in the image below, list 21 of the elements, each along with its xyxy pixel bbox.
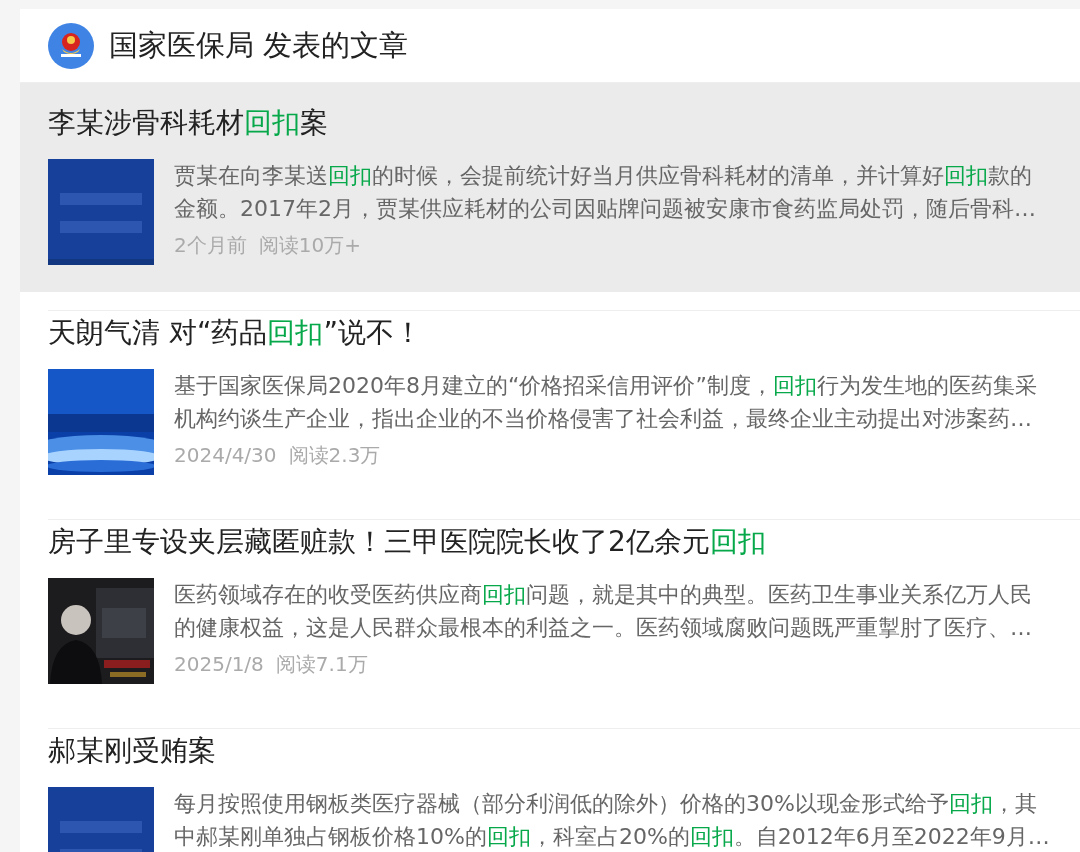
article-summary: 医药领域存在的收受医药供应商回扣问题，就是其中的典型。医药卫生事业关系亿万人民 bbox=[174, 581, 1032, 609]
article-summary: 贾某在向李某送回扣的时候，会提前统计好当月供应骨科耗材的清单，并计算好回扣款的 bbox=[174, 162, 1033, 190]
article-summary: 基于国家医保局2020年8月建立的“价格招采信用评价”制度，回扣行为发生地的医药集采 bbox=[174, 372, 1037, 400]
article-summary: 的健康权益，这是人民群众最根本的利益之一。医药领域腐败问题既严重掣肘了医疗、… bbox=[174, 614, 1032, 642]
article-summary: 金额。2017年2月，贾某供应耗材的公司因贴牌问题被安康市食药监局处罚，随后骨科… bbox=[174, 195, 1036, 223]
article-date: 2个月前 bbox=[174, 232, 247, 259]
read-count: 阅读7.1万 bbox=[275, 651, 368, 678]
article-title[interactable]: 房子里专设夹层藏匿赃款！三甲医院院长收了2亿余元回扣 bbox=[48, 520, 1080, 564]
article-date: 2025/1/8 bbox=[174, 651, 264, 678]
article-summary: 中郝某刚单独占钢板价格10%的回扣，科室占20%的回扣。自2012年6月至2022年9月… bbox=[174, 823, 1050, 851]
article-summary: 每月按照使用钢板类医疗器械（部分利润低的除外）价格的30%以现金形式给予回扣，其 bbox=[174, 790, 1038, 818]
article-date: 2024/4/30 bbox=[174, 442, 277, 469]
read-count: 阅读2.3万 bbox=[288, 442, 381, 469]
emblem-icon bbox=[48, 22, 94, 69]
article-title[interactable]: 天朗气清 对“药品回扣”说不！ bbox=[48, 311, 1080, 355]
article-summary: 机构约谈生产企业，指出企业的不当价格侵害了社会利益，最终企业主动提出对涉案药… bbox=[174, 405, 1033, 433]
article-title[interactable]: 李某涉骨科耗材回扣案 bbox=[48, 101, 1080, 145]
page-title: 国家医保局 发表的文章 bbox=[109, 26, 409, 64]
article-title[interactable]: 郝某刚受贿案 bbox=[48, 729, 1080, 773]
article-item[interactable]: 李某涉骨科耗材回扣案 贾某在向李某送回扣的时候，会提前统计好当月供应骨科耗材的清单，并计算好回扣款的 金额。2017年2月，贾某供应耗材的公司因贴牌问题被安康市食药监局处罚，随后骨科… 2个月前 阅读10万+ bbox=[20, 83, 1080, 292]
read-count: 阅读10万+ bbox=[258, 232, 361, 259]
